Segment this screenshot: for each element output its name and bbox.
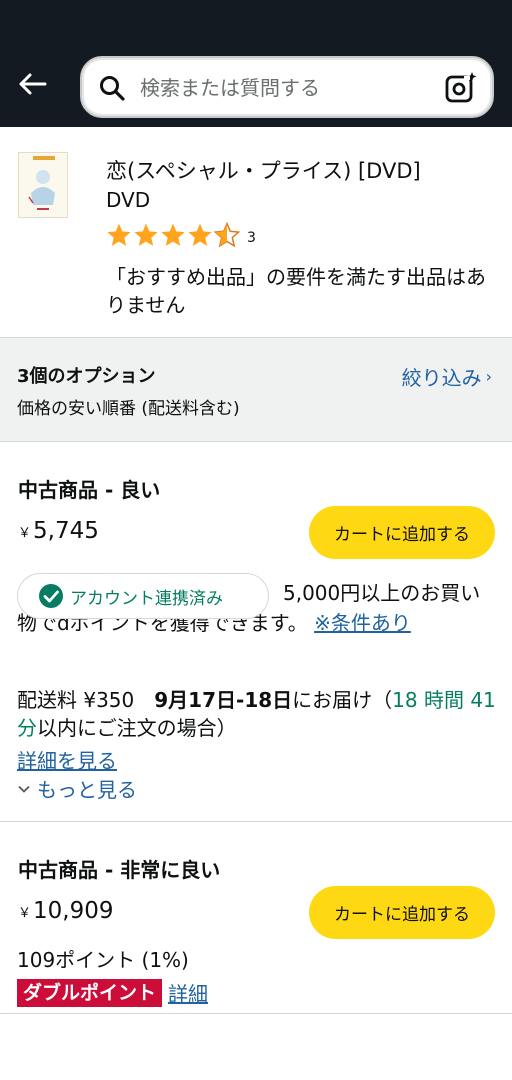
offer-card: 中古商品 - 非常に良い ￥ 10,909 カートに追加する 109ポイント (… bbox=[0, 822, 512, 1014]
conditions-link[interactable]: ※条件あり bbox=[314, 611, 411, 635]
product-summary: 恋(スペシャル・プライス) [DVD] DVD 3 「おすすめ出品」の要件を満た… bbox=[0, 127, 512, 338]
account-linked-badge: アカウント連携済み bbox=[17, 573, 269, 619]
options-count: 3個のオプション bbox=[17, 366, 156, 387]
rating-count: 3 bbox=[247, 230, 256, 246]
camera-search-icon[interactable] bbox=[444, 70, 478, 104]
product-thumbnail[interactable] bbox=[18, 152, 68, 218]
points-earned: 109ポイント (1%) bbox=[17, 948, 189, 972]
offer-card: 中古商品 - 良い ￥ 5,745 カートに追加する 5,000円以上のお買い物… bbox=[0, 442, 512, 822]
see-more-toggle[interactable]: もっと見る bbox=[17, 774, 137, 803]
star-rating[interactable]: 3 bbox=[106, 221, 256, 249]
chevron-down-icon bbox=[18, 785, 30, 793]
delivery-end-text: 以内にご注文の場合） bbox=[37, 716, 237, 740]
currency-symbol: ￥ bbox=[18, 526, 32, 541]
offer-price: ￥ 5,745 bbox=[18, 518, 99, 544]
price-amount: 5,745 bbox=[33, 518, 99, 544]
add-to-cart-button[interactable]: カートに追加する bbox=[309, 506, 495, 559]
featured-offer-note: 「おすすめ出品」の要件を満たす出品はありません bbox=[106, 265, 486, 317]
back-button[interactable] bbox=[14, 66, 50, 102]
delivery-mid-text: にお届け（ bbox=[292, 688, 393, 712]
see-details-link[interactable]: 詳細を見る bbox=[17, 745, 117, 774]
delivery-info: 配送料 ¥350 9月17日-18日にお届け（18 時間 41 分以内にご注文の場… bbox=[17, 686, 497, 742]
star-full-icon bbox=[188, 223, 212, 246]
dvd-cover-image bbox=[19, 153, 67, 217]
currency-symbol: ￥ bbox=[18, 906, 32, 921]
star-full-icon bbox=[134, 223, 158, 246]
offer-price: ￥ 10,909 bbox=[18, 898, 114, 924]
double-points-details-link[interactable]: 詳細 bbox=[168, 978, 208, 1007]
price-amount: 10,909 bbox=[33, 898, 114, 924]
options-bar: 3個のオプション 価格の安い順番 (配送料含む) 絞り込み › bbox=[0, 338, 512, 442]
search-input[interactable] bbox=[140, 68, 430, 108]
see-more-label: もっと見る bbox=[37, 778, 137, 802]
back-arrow-icon bbox=[19, 73, 47, 95]
chevron-right-icon: › bbox=[485, 367, 492, 386]
sort-order-label: 価格の安い順番 (配送料含む) bbox=[17, 399, 240, 419]
top-bar bbox=[0, 0, 512, 127]
offer-condition: 中古商品 - 非常に良い bbox=[18, 858, 221, 882]
filter-link[interactable]: 絞り込み › bbox=[402, 362, 492, 391]
double-points-badge: ダブルポイント bbox=[17, 978, 163, 1007]
check-circle-icon bbox=[39, 584, 63, 608]
search-box[interactable] bbox=[80, 56, 494, 118]
star-full-icon bbox=[107, 223, 131, 246]
filter-label: 絞り込み bbox=[401, 366, 482, 390]
search-icon bbox=[100, 76, 125, 101]
account-linked-label: アカウント連携済み bbox=[70, 588, 223, 609]
star-half-icon bbox=[214, 222, 240, 248]
double-points-row: ダブルポイント 詳細 bbox=[17, 978, 208, 1007]
offer-condition: 中古商品 - 良い bbox=[18, 478, 161, 502]
star-full-icon bbox=[161, 223, 185, 246]
shipping-fee: 配送料 ¥350 bbox=[17, 688, 135, 712]
product-format: DVD bbox=[106, 188, 151, 212]
product-title[interactable]: 恋(スペシャル・プライス) [DVD] bbox=[106, 157, 496, 185]
delivery-date: 9月17日-18日 bbox=[154, 688, 293, 712]
add-to-cart-button[interactable]: カートに追加する bbox=[309, 886, 495, 939]
